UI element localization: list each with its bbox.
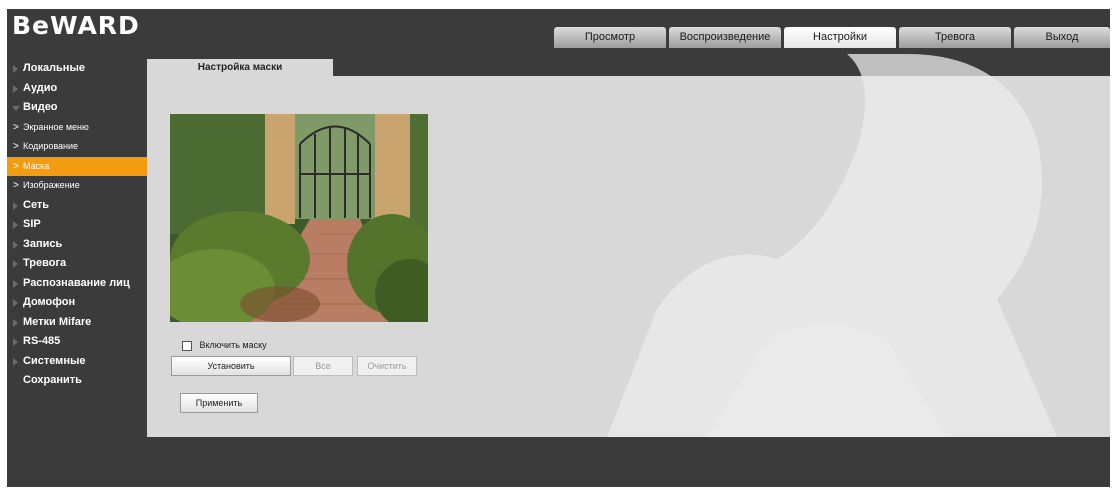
sidebar-item-record[interactable]: Запись	[7, 235, 147, 255]
enable-mask-row: Включить маску	[182, 339, 267, 351]
sidebar-subitem-image[interactable]: > Изображение	[7, 176, 147, 196]
triangle-right-icon	[13, 221, 18, 229]
sidebar-item-rs485[interactable]: RS-485	[7, 332, 147, 352]
triangle-right-icon	[13, 260, 18, 268]
sidebar-subitem-label: Изображение	[23, 180, 80, 190]
triangle-right-icon	[13, 279, 18, 288]
sidebar-item-label: Тревога	[23, 257, 67, 269]
sidebar-item-label: Аудио	[23, 81, 58, 94]
sidebar-subitem-label: Экранное меню	[23, 121, 89, 132]
sidebar-subitem-mask[interactable]: > Маска	[7, 156, 147, 176]
sidebar-item-label: Домофон	[23, 296, 76, 308]
sidebar-item-face-recognition[interactable]: Распознавание лиц	[7, 274, 147, 294]
enable-mask-checkbox[interactable]	[182, 340, 192, 351]
clear-button[interactable]: Очистить	[357, 356, 417, 376]
chevron-right-icon: >	[13, 121, 19, 133]
sidebar-item-network[interactable]: Сеть	[7, 196, 147, 216]
sidebar-item-label: RS-485	[23, 335, 61, 347]
sidebar-item-label: Распознавание лиц	[23, 276, 130, 289]
chevron-right-icon: >	[13, 141, 19, 152]
triangle-right-icon	[13, 240, 18, 249]
chevron-right-icon: >	[13, 180, 19, 191]
sidebar-item-sip[interactable]: SIP	[7, 215, 147, 235]
sidebar-item-label: Системные	[23, 354, 86, 367]
sidebar-item-label: Метки Mifare	[23, 315, 92, 328]
sidebar-item-audio[interactable]: Аудио	[7, 79, 147, 99]
sidebar-item-intercom[interactable]: Домофон	[7, 293, 147, 313]
tab-settings[interactable]: Настройки	[784, 27, 896, 48]
tab-logout[interactable]: Выход	[1014, 27, 1110, 48]
triangle-right-icon	[13, 357, 18, 366]
sidebar-item-label: Видео	[23, 101, 58, 113]
sidebar: Локальные Аудио Видео > Экранное меню > …	[7, 59, 147, 391]
sidebar-item-save[interactable]: Сохранить	[7, 371, 147, 391]
tab-alarm[interactable]: Тревога	[899, 27, 1011, 48]
sidebar-item-alarm[interactable]: Тревога	[7, 254, 147, 274]
triangle-right-icon	[13, 65, 18, 73]
sidebar-item-label: Сеть	[23, 198, 50, 211]
sidebar-item-label: SIP	[23, 218, 41, 230]
logo: BeWARD	[12, 11, 140, 40]
apply-button[interactable]: Применить	[180, 393, 258, 413]
main-content: Включить маску Установить Все Очистить П…	[147, 54, 1110, 437]
tab-playback[interactable]: Воспроизведение	[669, 27, 781, 48]
set-button[interactable]: Установить	[171, 356, 291, 376]
camera-image	[170, 114, 428, 322]
footer-bar	[7, 437, 1110, 487]
sidebar-subitem-label: Кодирование	[23, 141, 79, 151]
sidebar-item-local[interactable]: Локальные	[7, 59, 147, 79]
triangle-right-icon	[13, 299, 18, 307]
sidebar-subitem-osd[interactable]: > Экранное меню	[7, 118, 147, 138]
triangle-right-icon	[13, 318, 18, 327]
sidebar-item-system[interactable]: Системные	[7, 352, 147, 372]
sidebar-item-label: Локальные	[23, 62, 85, 74]
triangle-right-icon	[13, 201, 18, 210]
tab-mask-settings[interactable]: Настройка маски	[147, 59, 333, 76]
header: BeWARD Просмотр Воспроизведение Настройк…	[7, 9, 1110, 59]
sidebar-item-label: Запись	[23, 237, 63, 250]
sidebar-subitem-encoding[interactable]: > Кодирование	[7, 137, 147, 157]
enable-mask-label: Включить маску	[199, 340, 267, 350]
sidebar-item-mifare[interactable]: Метки Mifare	[7, 313, 147, 333]
sidebar-item-video[interactable]: Видео	[7, 98, 147, 118]
triangle-right-icon	[13, 84, 18, 93]
camera-preview[interactable]	[170, 114, 428, 322]
app-window: BeWARD Просмотр Воспроизведение Настройк…	[7, 9, 1110, 487]
sidebar-item-label: Сохранить	[23, 374, 82, 386]
sidebar-subitem-label: Маска	[23, 160, 50, 171]
chevron-right-icon: >	[13, 160, 19, 172]
all-button[interactable]: Все	[293, 356, 353, 376]
tab-view[interactable]: Просмотр	[554, 27, 666, 48]
triangle-down-icon	[12, 106, 20, 111]
triangle-right-icon	[13, 338, 18, 346]
